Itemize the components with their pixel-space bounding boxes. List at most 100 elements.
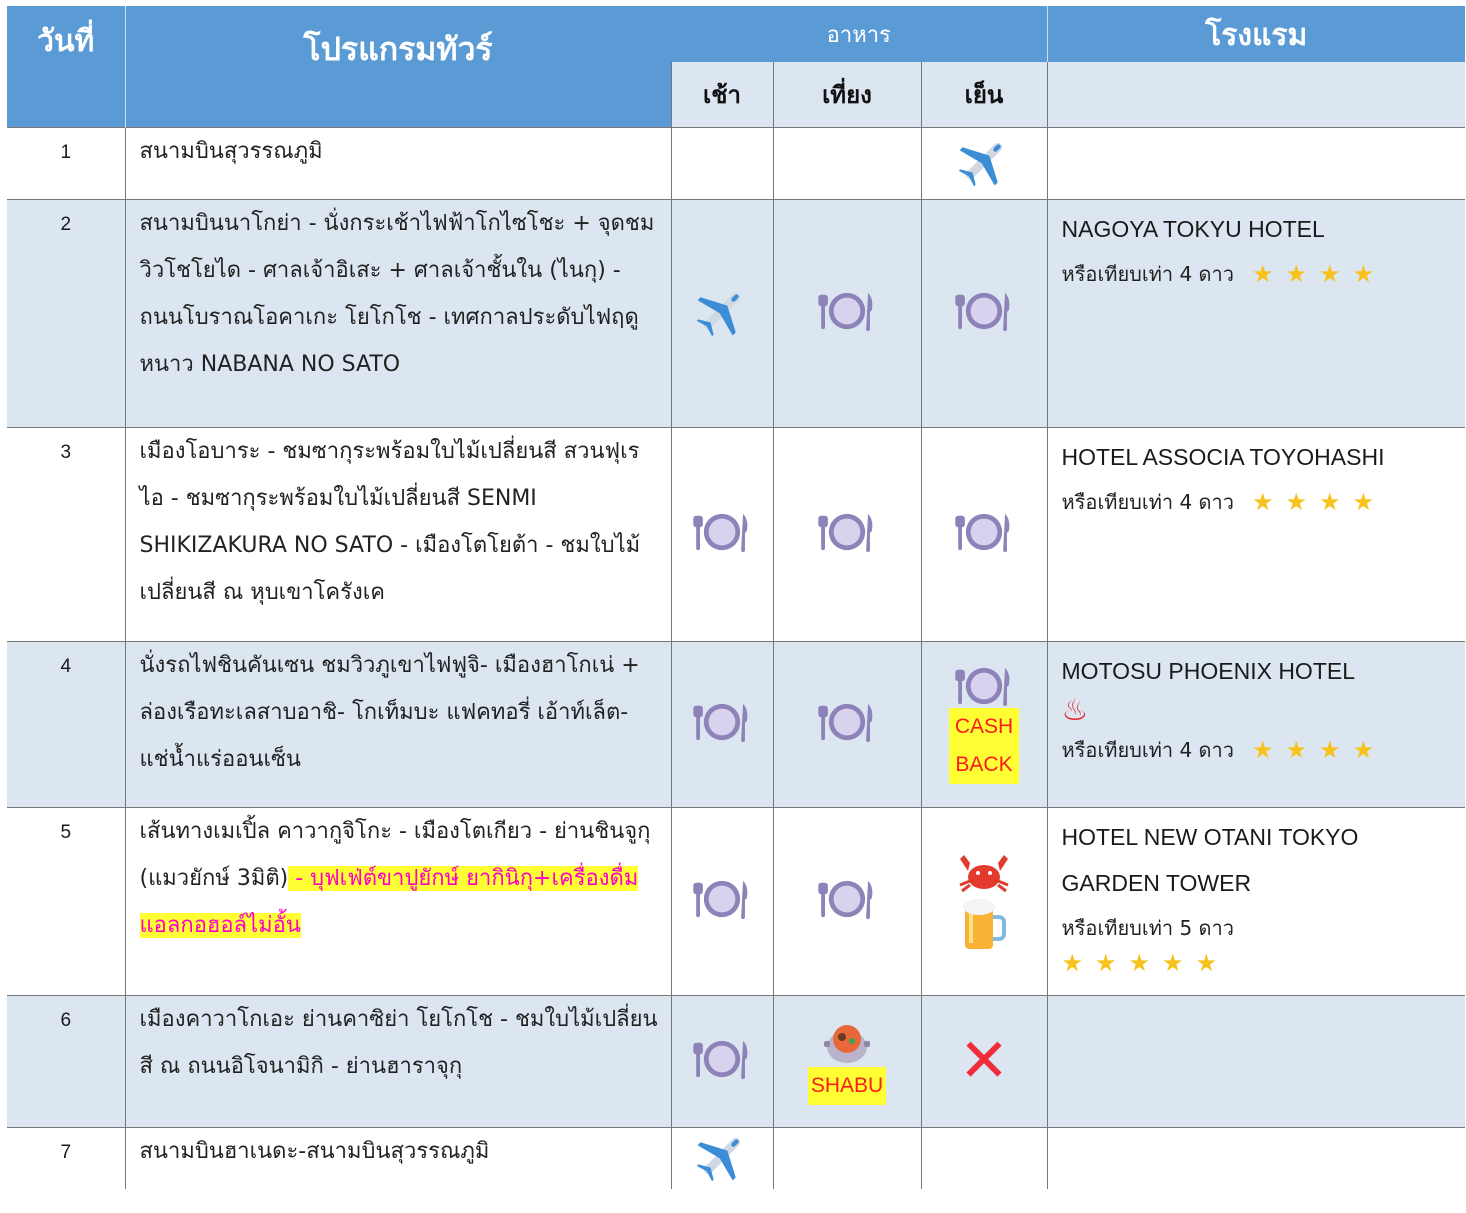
star-icon: ★ <box>1352 735 1375 764</box>
star-icon: ★ <box>1252 259 1274 288</box>
hotel-cell: MOTOSU PHOENIX HOTEL ♨ หรือเทียบเท่า 4 ด… <box>1046 640 1465 807</box>
header-day: วันที่ <box>7 6 125 127</box>
plate-icon <box>693 510 751 554</box>
table-row: 4 นั่งรถไฟชินคันเซน ชมวิวภูเขาไฟฟูจิ- เม… <box>7 640 1465 807</box>
header-hotel: โรงแรม <box>1046 6 1465 62</box>
hotel-name: HOTEL ASSOCIA TOYOHASHI <box>1061 443 1385 470</box>
star-icon: ★ <box>1285 487 1308 516</box>
star-icon: ★ <box>1252 735 1274 764</box>
star-icon: ★ <box>1352 259 1375 288</box>
day-number: 7 <box>7 1126 125 1189</box>
plane-icon <box>695 1129 749 1183</box>
lunch-cell: SHABU <box>772 994 921 1127</box>
hotel-cell: NAGOYA TOKYU HOTEL หรือเทียบเท่า 4 ดาว ★… <box>1046 198 1465 427</box>
star-icon: ★ <box>1162 949 1184 977</box>
lunch-cell <box>772 126 921 199</box>
header-breakfast: เช้า <box>670 62 773 127</box>
hotel-rating-note: หรือเทียบเท่า 4 ดาว <box>1061 489 1235 514</box>
breakfast-cell <box>670 806 773 995</box>
dinner-cell: CASH BACK <box>920 640 1047 807</box>
breakfast-cell <box>670 198 773 427</box>
day-number: 1 <box>7 126 125 199</box>
star-icon: ★ <box>1285 735 1308 764</box>
hotel-cell: HOTEL ASSOCIA TOYOHASHI หรือเทียบเท่า 4 … <box>1046 426 1465 641</box>
star-icon: ★ <box>1319 735 1341 764</box>
hotel-cell <box>1046 994 1465 1127</box>
day-number: 4 <box>7 640 125 807</box>
star-icon: ★ <box>1195 949 1218 977</box>
shabu-badge: SHABU <box>807 1067 887 1105</box>
hotel-cell <box>1046 1126 1465 1189</box>
header-program: โปรแกรมทัวร์ <box>124 6 671 127</box>
breakfast-cell <box>670 426 773 641</box>
plate-icon <box>818 510 876 554</box>
program-text: เมืองโอบาระ - ชมซากุระพร้อมใบไม้เปลี่ยนส… <box>124 426 671 641</box>
dinner-cell <box>920 127 1047 199</box>
hotel-rating-note: หรือเทียบเท่า 4 ดาว <box>1061 261 1235 286</box>
hotel-cell <box>1046 126 1465 199</box>
plane-icon <box>957 134 1011 188</box>
day-number: 5 <box>7 806 125 995</box>
header-hotel-sub <box>1046 62 1465 127</box>
dinner-cell <box>920 426 1047 641</box>
star-rating: ★ ★ ★ ★ <box>1252 738 1374 762</box>
dinner-cell: ✕ <box>920 994 1047 1127</box>
plate-icon <box>818 289 876 333</box>
day-number: 6 <box>7 994 125 1127</box>
crab-icon <box>959 855 1009 893</box>
breakfast-cell <box>670 994 773 1127</box>
table-row: 3 เมืองโอบาระ - ชมซากุระพร้อมใบไม้เปลี่ย… <box>7 426 1465 641</box>
lunch-cell <box>772 1126 921 1189</box>
hotel-rating-note: หรือเทียบเท่า 5 ดาว <box>1061 915 1235 940</box>
table-row: 5 เส้นทางเมเปิ้ล คาวากูจิโกะ - เมืองโตเก… <box>7 806 1465 995</box>
star-icon: ★ <box>1285 259 1308 288</box>
program-text: นั่งรถไฟชินคันเซน ชมวิวภูเขาไฟฟูจิ- เมือ… <box>124 640 671 807</box>
day-number: 2 <box>7 198 125 427</box>
hotel-name: NAGOYA TOKYU HOTEL <box>1061 215 1325 242</box>
star-icon: ★ <box>1352 487 1375 516</box>
plate-icon <box>693 1037 751 1081</box>
plate-icon <box>818 877 876 921</box>
header-dinner: เย็น <box>920 62 1047 127</box>
lunch-cell <box>772 806 921 995</box>
star-rating: ★ ★ ★ ★ <box>1252 262 1374 286</box>
star-icon: ★ <box>1061 949 1084 977</box>
lunch-cell <box>772 426 921 641</box>
program-text: สนามบินนาโกย่า - นั่งกระเช้าไฟฟ้าโกไซโชะ… <box>124 198 671 427</box>
plate-icon <box>955 510 1013 554</box>
dinner-cell <box>920 806 1047 995</box>
plate-icon <box>693 877 751 921</box>
plate-icon <box>955 289 1013 333</box>
lunch-cell <box>772 640 921 807</box>
hotel-rating-note: หรือเทียบเท่า 4 ดาว <box>1061 737 1235 762</box>
day-number: 3 <box>7 426 125 641</box>
table-row: 7 สนามบินฮาเนดะ-สนามบินสุวรรณภูมิ <box>7 1127 1465 1189</box>
star-icon: ★ <box>1319 487 1341 516</box>
program-text: เส้นทางเมเปิ้ล คาวากูจิโกะ - เมืองโตเกีย… <box>124 806 671 995</box>
plate-icon <box>818 700 876 744</box>
dinner-cell <box>920 1126 1047 1189</box>
lunch-cell <box>772 198 921 427</box>
dinner-cell <box>920 198 1047 427</box>
header-lunch: เที่ยง <box>772 62 921 127</box>
table-row: 2 สนามบินนาโกย่า - นั่งกระเช้าไฟฟ้าโกไซโ… <box>7 198 1465 427</box>
breakfast-cell <box>670 126 773 199</box>
breakfast-cell <box>670 640 773 807</box>
cross-icon: ✕ <box>958 1027 1010 1094</box>
program-text: เมืองคาวาโกเอะ ย่านคาซิย่า โยโกโช - ชมใบ… <box>124 994 671 1127</box>
star-icon: ★ <box>1095 949 1117 977</box>
beer-icon <box>963 899 1006 949</box>
star-icon: ★ <box>1319 259 1341 288</box>
tour-itinerary-table: วันที่ โปรแกรมทัวร์ อาหาร โรงแรม เช้า เท… <box>7 6 1465 1189</box>
program-text: สนามบินสุวรรณภูมิ <box>124 126 671 199</box>
star-rating: ★ ★ ★ ★ <box>1252 490 1374 514</box>
plate-icon <box>693 700 751 744</box>
star-icon: ★ <box>1252 487 1274 516</box>
table-row: 6 เมืองคาวาโกเอะ ย่านคาซิย่า โยโกโช - ชม… <box>7 994 1465 1127</box>
breakfast-cell <box>670 1127 773 1189</box>
program-text: สนามบินฮาเนดะ-สนามบินสุวรรณภูมิ <box>124 1126 671 1189</box>
cash-back-badge: CASH BACK <box>949 708 1019 784</box>
header-meals: อาหาร <box>671 6 1047 62</box>
plate-icon <box>955 664 1013 708</box>
plane-icon <box>695 284 749 338</box>
